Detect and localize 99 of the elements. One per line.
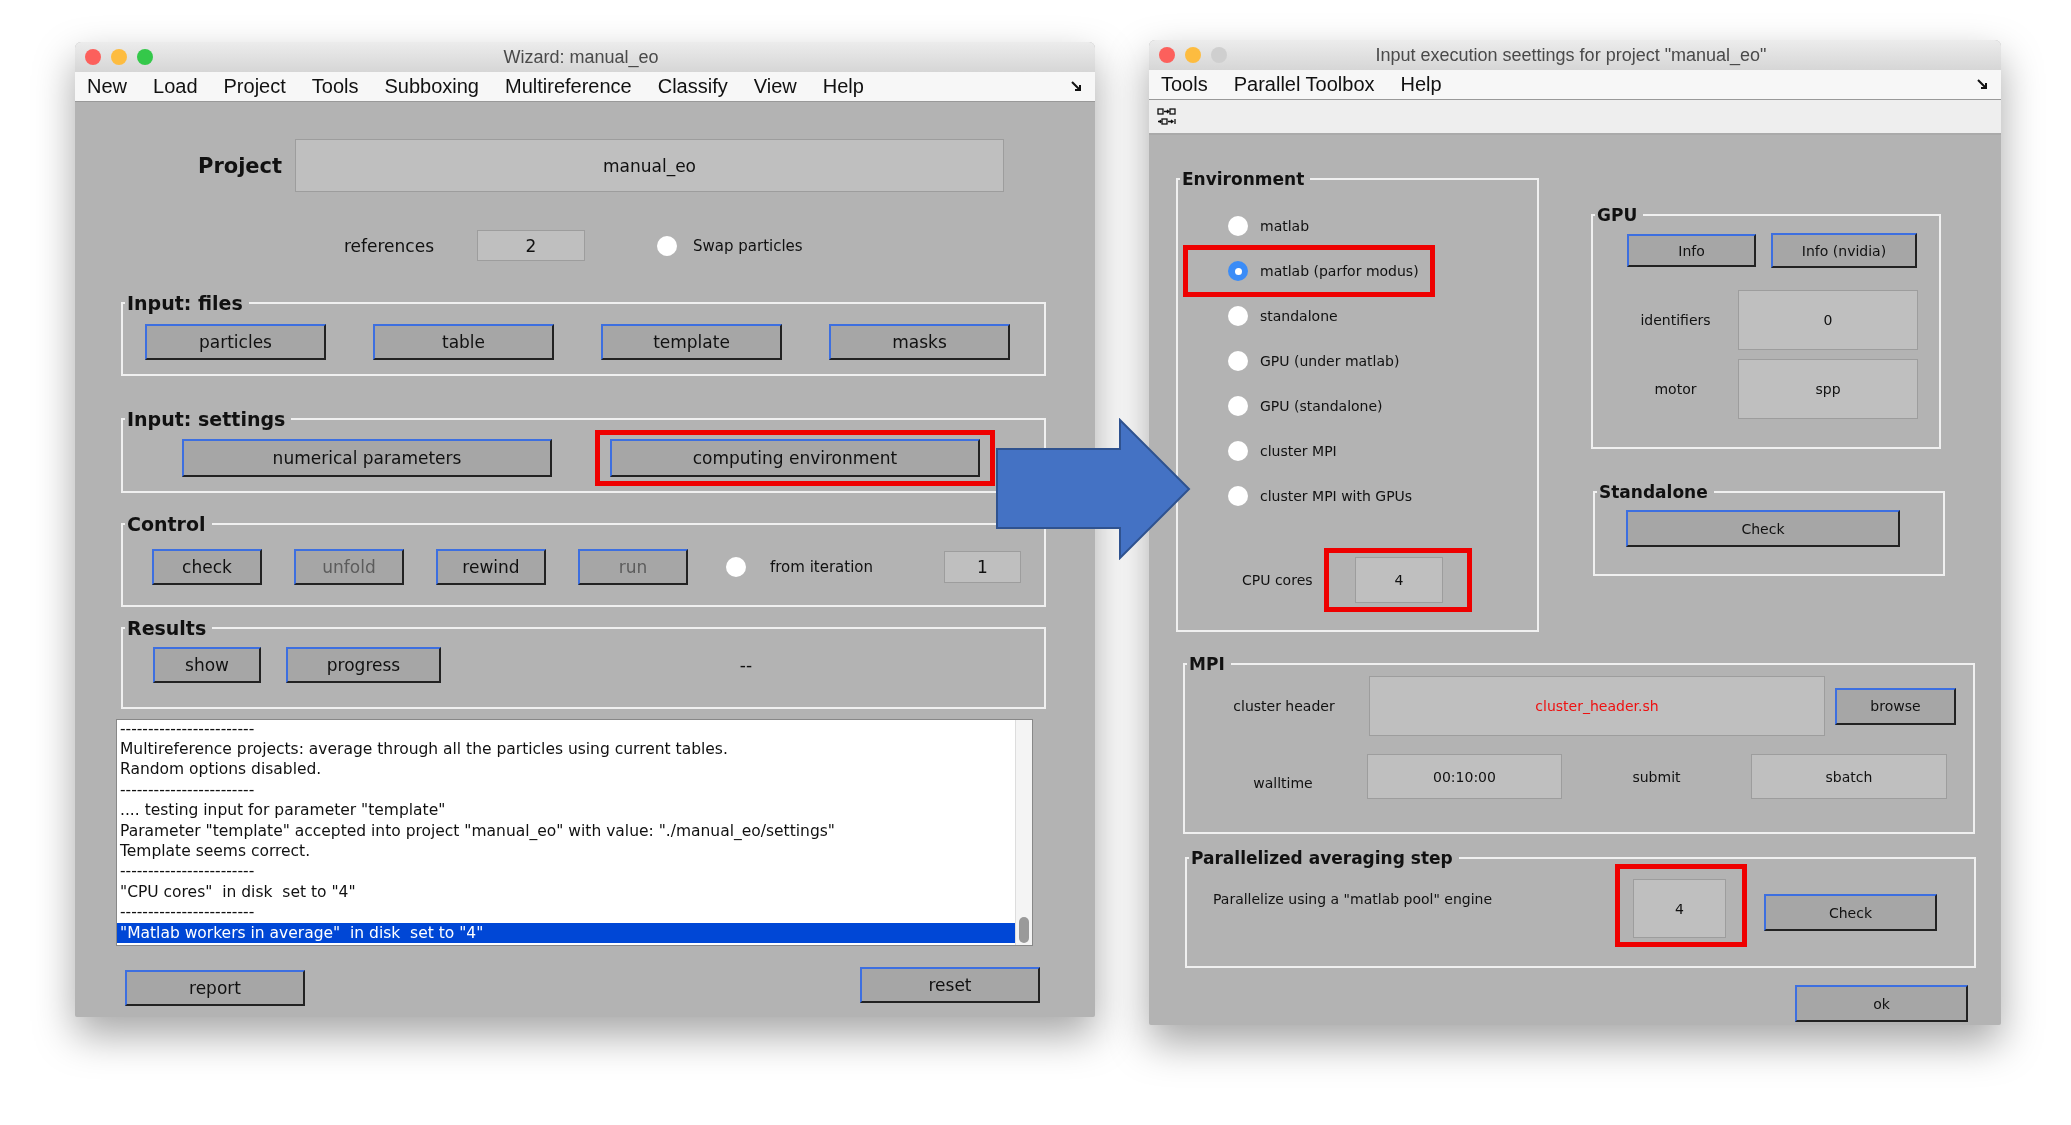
log-area[interactable] [116, 719, 1033, 946]
check-button[interactable]: Check [1764, 894, 1937, 931]
file-button[interactable]: particles [145, 324, 326, 360]
menu-item[interactable]: View [753, 75, 797, 98]
environment-radio[interactable] [1228, 485, 1248, 506]
log-line[interactable]: Parameter "template" accepted into project "manual_eo" with value: "./manual_eo/settings" [117, 820, 1015, 841]
log-line[interactable]: ------------------------ [117, 902, 1015, 923]
file-button[interactable]: masks [829, 324, 1010, 360]
group-title: Parallelized averaging step [1190, 848, 1454, 868]
from-iteration-radio[interactable] [726, 557, 746, 577]
environment-option-label: GPU (under matlab) [1260, 352, 1400, 369]
group-title: MPI [1188, 654, 1226, 674]
group-title: Results [126, 617, 208, 639]
menu-item[interactable]: Load [153, 75, 198, 98]
check-button[interactable]: Check [1626, 510, 1900, 547]
dock-arrow-icon[interactable] [1977, 78, 1989, 91]
environment-radio[interactable] [1228, 305, 1248, 326]
environment-radio[interactable] [1228, 395, 1248, 416]
close-icon[interactable] [1159, 47, 1175, 63]
environment-radio[interactable] [1228, 261, 1248, 281]
cluster-header-label: cluster header [1232, 698, 1336, 714]
dock-arrow-icon[interactable] [1071, 80, 1083, 93]
environment-option-label: cluster MPI [1260, 442, 1337, 459]
environment-radio[interactable] [1228, 215, 1248, 236]
reset-button[interactable]: reset [860, 967, 1040, 1003]
motor-field[interactable]: spp [1738, 359, 1918, 419]
control-button[interactable]: rewind [436, 549, 546, 585]
submit-field[interactable]: sbatch [1751, 754, 1947, 799]
minimize-icon[interactable] [111, 49, 127, 65]
info-button[interactable]: Info [1627, 234, 1756, 267]
environment-option-label: GPU (standalone) [1260, 397, 1383, 414]
status-text: -- [738, 655, 754, 675]
identifiers-label: identifiers [1639, 312, 1712, 328]
window-title: Input execution seettings for project "manual_eo" [1374, 44, 1768, 66]
browse-button[interactable]: browse [1835, 687, 1956, 725]
menu-item[interactable]: Project [223, 75, 286, 98]
menu-item[interactable]: Multireference [505, 75, 632, 98]
submit-label: submit [1631, 768, 1682, 785]
walltime-field[interactable]: 00:10:00 [1367, 754, 1562, 799]
environment-option-label: cluster MPI with GPUs [1260, 487, 1413, 504]
menu-item[interactable]: Help [1400, 73, 1442, 96]
group-title: Environment [1181, 169, 1306, 189]
report-button[interactable]: report [125, 970, 305, 1006]
log-line[interactable]: "CPU cores" in disk set to "4" [117, 881, 1015, 903]
zoom-icon[interactable] [1211, 47, 1227, 63]
menu-item[interactable]: Classify [657, 75, 728, 98]
settings-button[interactable]: computing environment [610, 439, 980, 477]
cpu-cores-field[interactable]: 4 [1355, 557, 1443, 603]
parallel-label: Parallelize using a "matlab pool" engine [1213, 890, 1494, 907]
environment-radio[interactable] [1228, 440, 1248, 461]
log-line[interactable]: ------------------------ [117, 779, 1015, 801]
pool-size-field[interactable]: 4 [1633, 879, 1726, 938]
log-line[interactable]: Multireference projects: average through all the particles using current tables. [117, 738, 1015, 760]
ok-button[interactable]: ok [1795, 985, 1968, 1022]
log-line[interactable]: Random options disabled. [117, 759, 1015, 780]
close-icon[interactable] [85, 49, 101, 65]
toolbar-icon[interactable] [1157, 106, 1179, 127]
group-title: Input: files [126, 292, 244, 314]
cpu-cores-label: CPU cores [1242, 572, 1314, 588]
file-button[interactable]: table [373, 324, 554, 360]
info-button[interactable]: Info (nvidia) [1771, 233, 1917, 268]
motor-label: motor [1653, 381, 1698, 397]
minimize-icon[interactable] [1185, 47, 1201, 63]
zoom-icon[interactable] [137, 49, 153, 65]
log-line[interactable]: ------------------------ [117, 861, 1015, 882]
menu-item[interactable]: Help [822, 75, 864, 98]
project-field[interactable]: manual_eo [295, 139, 1004, 192]
log-line[interactable]: Template seems correct. [117, 840, 1015, 862]
settings-button[interactable]: numerical parameters [182, 439, 552, 477]
references-field[interactable]: 2 [477, 230, 585, 261]
references-label: references [343, 235, 435, 256]
group-title: Input: settings [126, 408, 287, 430]
environment-option-label: matlab (parfor modus) [1260, 263, 1419, 279]
file-button[interactable]: template [601, 324, 782, 360]
group-title: GPU [1596, 205, 1639, 225]
log-line[interactable]: .... testing input for parameter "template" [117, 800, 1015, 821]
menu-item[interactable]: New [87, 75, 127, 98]
environment-option-label: standalone [1260, 307, 1338, 324]
log-line[interactable]: ------------------------ [117, 720, 1015, 739]
environment-radio[interactable] [1228, 350, 1248, 371]
project-label: Project [198, 153, 284, 178]
swap-particles-label: Swap particles [693, 236, 803, 255]
swap-particles-radio[interactable] [657, 235, 677, 256]
environment-option-label: matlab [1260, 217, 1310, 234]
menu-item[interactable]: Subboxing [384, 75, 479, 98]
scrollbar-thumb[interactable] [1019, 917, 1029, 943]
progress-button[interactable]: progress [286, 647, 441, 683]
iteration-field[interactable]: 1 [944, 551, 1021, 583]
window-title: Wizard: manual_eo [502, 46, 660, 68]
show-button[interactable]: show [153, 647, 261, 683]
menu-item[interactable]: Tools [1161, 73, 1208, 96]
group-title: Control [126, 513, 207, 535]
menu-item[interactable]: Tools [311, 75, 359, 98]
group-title: Standalone [1598, 482, 1709, 502]
control-button[interactable]: check [152, 549, 262, 585]
from-iteration-label: from iteration [770, 558, 875, 576]
walltime-label: walltime [1252, 774, 1314, 791]
identifiers-field[interactable]: 0 [1738, 290, 1918, 350]
menu-item[interactable]: Parallel Toolbox [1233, 73, 1375, 96]
